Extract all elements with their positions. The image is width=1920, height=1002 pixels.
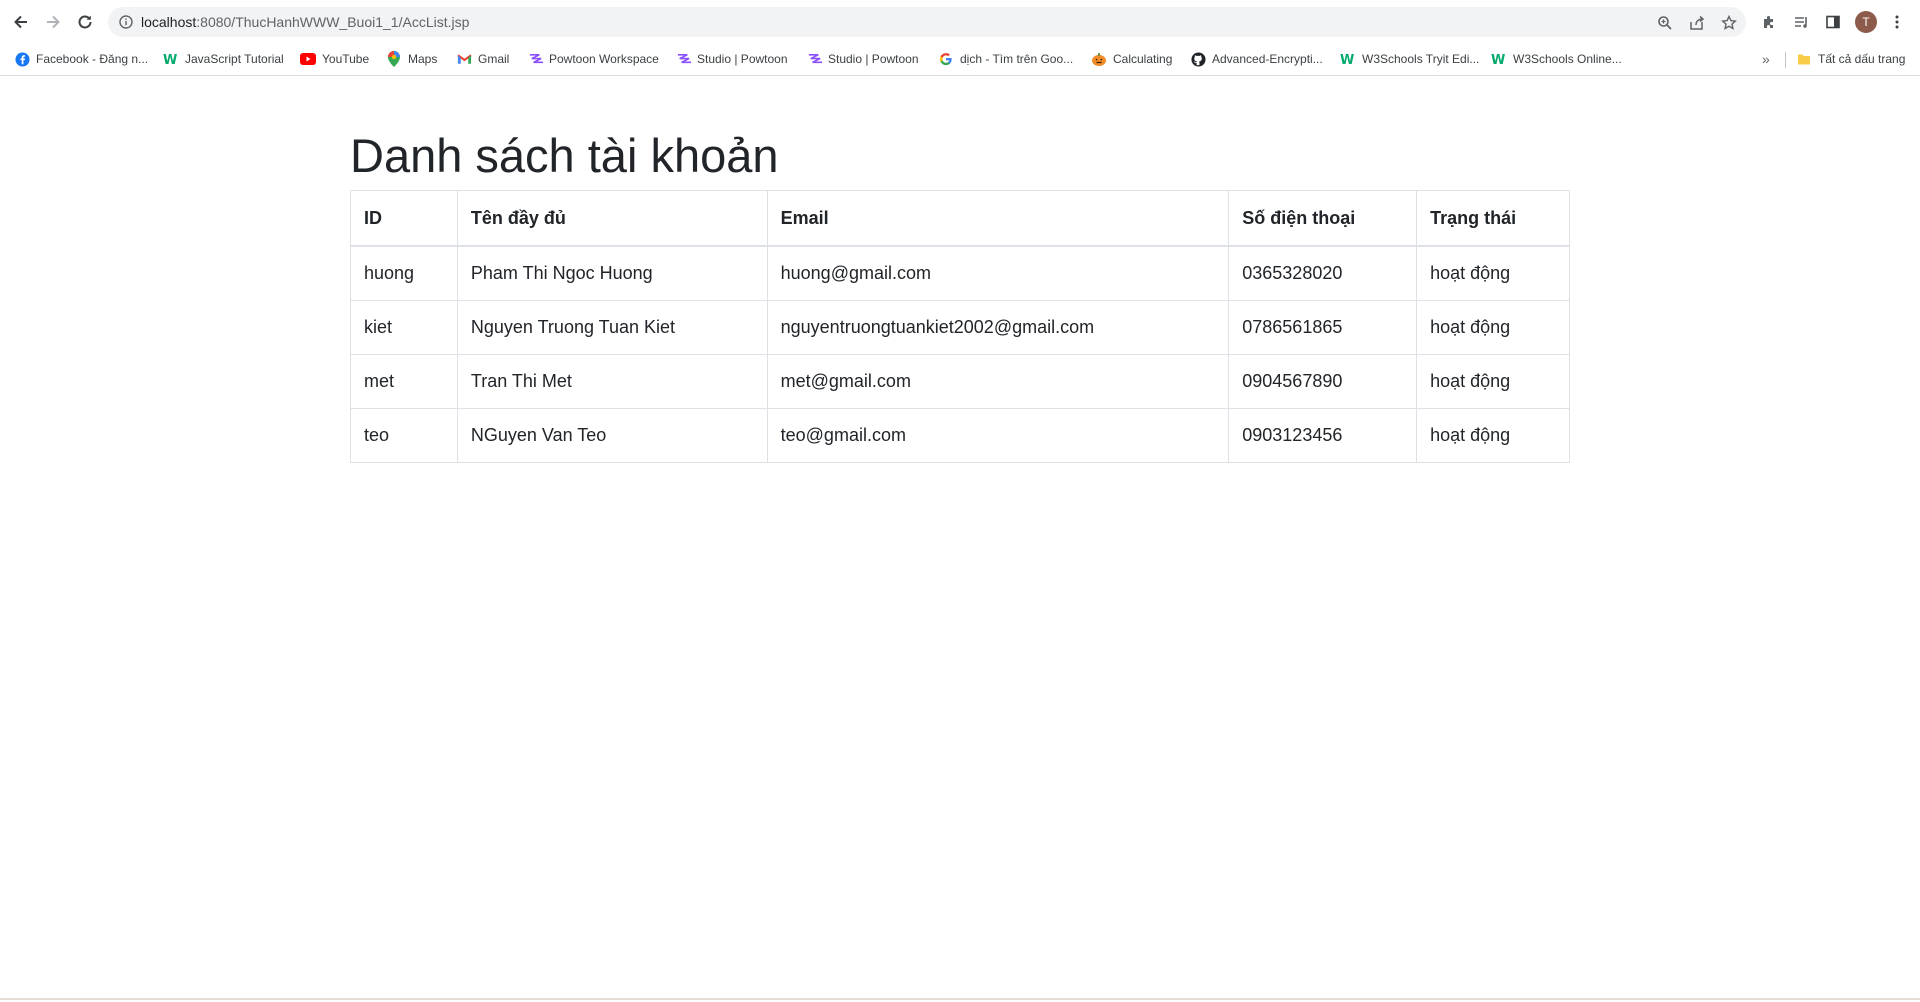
bookmark-label: Powtoon Workspace [549,52,659,66]
bookmark-w3schools-online[interactable]: W W3Schools Online... [1491,50,1622,68]
bookmark-label: W3Schools Tryit Edi... [1362,52,1480,66]
bookmark-youtube[interactable]: YouTube [300,50,369,68]
bookmark-star-icon[interactable] [1719,13,1739,33]
bookmark-label: dịch - Tìm trên Goo... [960,52,1074,66]
back-icon[interactable] [8,9,34,35]
accounts-table: ID Tên đầy đủ Email Số điện thoại Trạng … [350,190,1570,463]
bookmarks-overflow-icon[interactable]: » [1762,51,1770,67]
bookmark-label: Calculating [1113,52,1173,66]
all-bookmarks-folder[interactable]: Tất cả dấu trang [1796,50,1905,68]
cell-email: teo@gmail.com [766,408,1230,463]
maps-icon [386,51,402,67]
side-panel-icon[interactable] [1822,11,1844,33]
bookmarks-divider [1785,52,1786,68]
github-icon [1190,51,1206,67]
cell-id: met [350,354,458,409]
bookmark-label: W3Schools Online... [1513,52,1622,66]
zoom-icon[interactable] [1655,13,1675,33]
bookmark-advanced-encryption[interactable]: Advanced-Encrypti... [1190,50,1323,68]
google-icon [938,51,954,67]
share-icon[interactable] [1687,13,1707,33]
bookmark-label: Maps [408,52,438,66]
cell-phone: 0365328020 [1228,245,1418,301]
bookmark-label: YouTube [322,52,370,66]
column-header-status: Trạng thái [1416,190,1570,247]
bookmark-label: Facebook - Đăng n... [36,52,149,66]
powtoon-icon [527,51,543,67]
cell-email: nguyentruongtuankiet2002@gmail.com [766,300,1230,355]
w3schools-icon: W [163,51,179,67]
bookmark-label: Studio | Powtoon [828,52,919,66]
bookmark-studio-powtoon-2[interactable]: Studio | Powtoon [806,50,919,68]
bookmark-facebook[interactable]: Facebook - Đăng n... [14,50,148,68]
table-row: huong Pham Thi Ngoc Huong huong@gmail.co… [350,245,1570,301]
reload-icon[interactable] [72,9,98,35]
table-row: kiet Nguyen Truong Tuan Kiet nguyentruon… [350,300,1570,355]
cell-status: hoạt động [1416,354,1570,409]
w3schools-icon: W [1491,51,1507,67]
profile-avatar[interactable]: T [1855,11,1877,33]
forward-icon[interactable] [40,9,66,35]
bookmark-calculating[interactable]: Calculating [1091,50,1172,68]
gmail-icon [456,51,472,67]
column-header-full-name: Tên đầy đủ [456,190,768,247]
table-header-row: ID Tên đầy đủ Email Số điện thoại Trạng … [350,190,1570,247]
address-bar[interactable]: localhost:8080/ThucHanhWWW_Buoi1_1/AccLi… [108,7,1746,37]
folder-icon [1796,51,1812,67]
bookmark-label: Advanced-Encrypti... [1212,52,1323,66]
bookmark-label: Studio | Powtoon [697,52,788,66]
cell-status: hoạt động [1416,408,1570,463]
table-row: teo NGuyen Van Teo teo@gmail.com 0903123… [350,408,1570,463]
cell-full-name: NGuyen Van Teo [456,408,768,463]
powtoon-icon [675,51,691,67]
pumpkin-icon [1091,51,1107,67]
svg-text:W: W [1491,53,1505,66]
cell-id: teo [350,408,458,463]
powtoon-icon [806,51,822,67]
browser-toolbar: localhost:8080/ThucHanhWWW_Buoi1_1/AccLi… [0,0,1920,43]
cell-phone: 0903123456 [1228,408,1418,463]
reading-list-icon[interactable] [1790,11,1812,33]
column-header-id: ID [350,190,458,247]
extensions-icon[interactable] [1758,11,1780,33]
svg-text:W: W [163,53,177,66]
site-info-icon[interactable] [118,14,134,30]
bookmark-label: Gmail [478,52,510,66]
cell-status: hoạt động [1416,245,1570,301]
url-path: :8080/ThucHanhWWW_Buoi1_1/AccList.jsp [196,14,470,30]
column-header-email: Email [766,190,1230,247]
cell-status: hoạt động [1416,300,1570,355]
address-url[interactable]: localhost:8080/ThucHanhWWW_Buoi1_1/AccLi… [141,14,469,30]
window-bottom-border [0,998,1920,1000]
youtube-icon [300,51,316,67]
page-title: Danh sách tài khoản [350,129,779,182]
cell-full-name: Nguyen Truong Tuan Kiet [456,300,768,355]
svg-text:W: W [1340,53,1354,66]
all-bookmarks-label: Tất cả dấu trang [1818,52,1906,66]
bookmark-google-search[interactable]: dịch - Tìm trên Goo... [938,50,1073,68]
column-header-phone: Số điện thoại [1228,190,1418,247]
menu-kebab-icon[interactable] [1886,11,1908,33]
bookmark-maps[interactable]: Maps [386,50,437,68]
cell-id: huong [350,245,458,301]
facebook-icon [14,51,30,67]
w3schools-icon: W [1340,51,1356,67]
table-row: met Tran Thi Met met@gmail.com 090456789… [350,354,1570,409]
cell-full-name: Tran Thi Met [456,354,768,409]
cell-full-name: Pham Thi Ngoc Huong [456,245,768,301]
bookmark-w3schools-tryit[interactable]: W W3Schools Tryit Edi... [1340,50,1479,68]
bookmarks-bar: Facebook - Đăng n... W JavaScript Tutori… [0,43,1920,76]
bookmark-powtoon-workspace[interactable]: Powtoon Workspace [527,50,659,68]
cell-email: huong@gmail.com [766,245,1230,301]
cell-phone: 0904567890 [1228,354,1418,409]
bookmark-gmail[interactable]: Gmail [456,50,509,68]
cell-id: kiet [350,300,458,355]
url-host: localhost [141,14,197,30]
bookmark-javascript-tutorial[interactable]: W JavaScript Tutorial [163,50,284,68]
bookmark-studio-powtoon-1[interactable]: Studio | Powtoon [675,50,788,68]
bookmark-label: JavaScript Tutorial [185,52,284,66]
cell-email: met@gmail.com [766,354,1230,409]
cell-phone: 0786561865 [1228,300,1418,355]
